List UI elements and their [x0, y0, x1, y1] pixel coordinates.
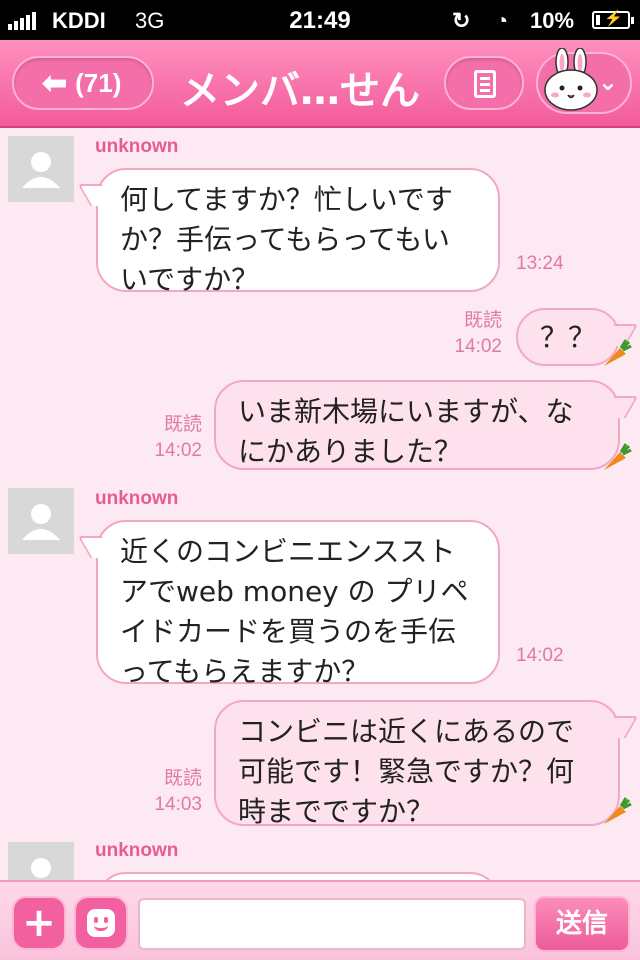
plus-icon: + — [22, 900, 56, 946]
nav-bar: ⬅ (71) メンバ…せん ⌄ — [0, 40, 640, 128]
sticker-button[interactable]: ⌄ — [536, 48, 632, 114]
message-line: 何してますか？忙しいです — [120, 183, 453, 216]
message-time: 14:02 — [516, 645, 564, 666]
user-silhouette-icon — [22, 152, 60, 188]
message-line: イドカードを買うのを手伝 — [120, 615, 457, 648]
carrot-icon — [604, 443, 632, 470]
message-line: 可能です！緊急ですか？何 — [238, 755, 575, 788]
message-time: 14:03 — [154, 794, 202, 815]
message-line: いま新木場にいますが、な — [238, 395, 574, 428]
message-bubble[interactable]: コンビニは近くにあるので 可能です！緊急ですか？何 時までですか？ — [214, 700, 620, 828]
read-receipt: 既読 — [163, 768, 202, 789]
alarm-icon: ◔ — [495, 8, 509, 33]
sender-name: unknown — [95, 136, 179, 157]
battery-percent: 10% — [530, 8, 575, 33]
chevron-down-icon: ⌄ — [597, 68, 618, 96]
message-bubble[interactable] — [96, 872, 500, 880]
avatar[interactable] — [8, 136, 74, 202]
sender-name: unknown — [95, 488, 179, 509]
message-time: 13:24 — [516, 253, 564, 274]
carrot-icon — [604, 339, 632, 366]
message-line: コンビニは近くにあるので — [238, 715, 575, 748]
message-line: か？手伝ってもらってもい — [120, 223, 450, 256]
menu-button[interactable] — [444, 56, 524, 110]
message-bubble[interactable]: 何してますか？忙しいです か？手伝ってもらってもい いですか？ — [96, 168, 500, 296]
avatar[interactable] — [8, 488, 74, 554]
read-receipt: 既読 — [163, 414, 202, 435]
input-bar: + 送信 — [0, 880, 640, 960]
avatar[interactable] — [8, 842, 74, 880]
message-bubble[interactable]: 近くのコンビニエンススト アでweb money の プリペ イドカードを買うの… — [96, 520, 500, 688]
rotation-lock-icon: ↻ — [452, 8, 471, 33]
plus-button[interactable]: + — [12, 896, 66, 950]
message-line: いですか？ — [120, 263, 260, 296]
back-count: (71) — [75, 67, 122, 98]
message-meta: 既読 14:02 — [440, 308, 502, 360]
chat-title: メンバ…せん — [180, 68, 420, 114]
message-meta: 既読 14:02 — [140, 412, 202, 464]
read-receipt: 既読 — [463, 310, 502, 331]
chat-area[interactable]: unknown 何してますか？忙しいです か？手伝ってもらってもい いですか？ … — [0, 130, 640, 880]
back-button[interactable]: ⬅ (71) — [12, 56, 154, 110]
status-bar: KDDI 3G 21:49 ↻ ◔ 10% ⚡ — [0, 0, 640, 40]
menu-icon — [474, 70, 496, 98]
user-silhouette-icon — [22, 504, 60, 540]
sender-name: unknown — [95, 840, 179, 861]
carrot-icon — [604, 797, 632, 824]
emoji-button[interactable] — [74, 896, 128, 950]
bunny-sticker-icon — [544, 48, 598, 111]
back-arrow-icon: ⬅ — [42, 66, 68, 100]
message-text: ？？ — [539, 321, 596, 354]
message-line: ってもらえますか？ — [120, 655, 370, 688]
user-silhouette-icon — [31, 858, 51, 878]
message-time: 14:02 — [154, 440, 202, 461]
message-line: 近くのコンビニエンススト — [120, 535, 456, 568]
message-meta: 既読 14:03 — [140, 766, 202, 818]
send-button[interactable]: 送信 — [534, 896, 630, 952]
message-bubble[interactable]: いま新木場にいますが、な にかありました？ — [214, 380, 620, 470]
message-input[interactable] — [138, 898, 526, 950]
message-time: 14:02 — [454, 336, 502, 357]
message-line: 時までですか？ — [238, 795, 435, 828]
message-line: にかありました？ — [238, 435, 463, 468]
emoji-icon — [87, 909, 115, 937]
message-line: アでweb money の プリペ — [120, 575, 469, 608]
battery-charging-icon: ⚡ — [592, 10, 634, 29]
